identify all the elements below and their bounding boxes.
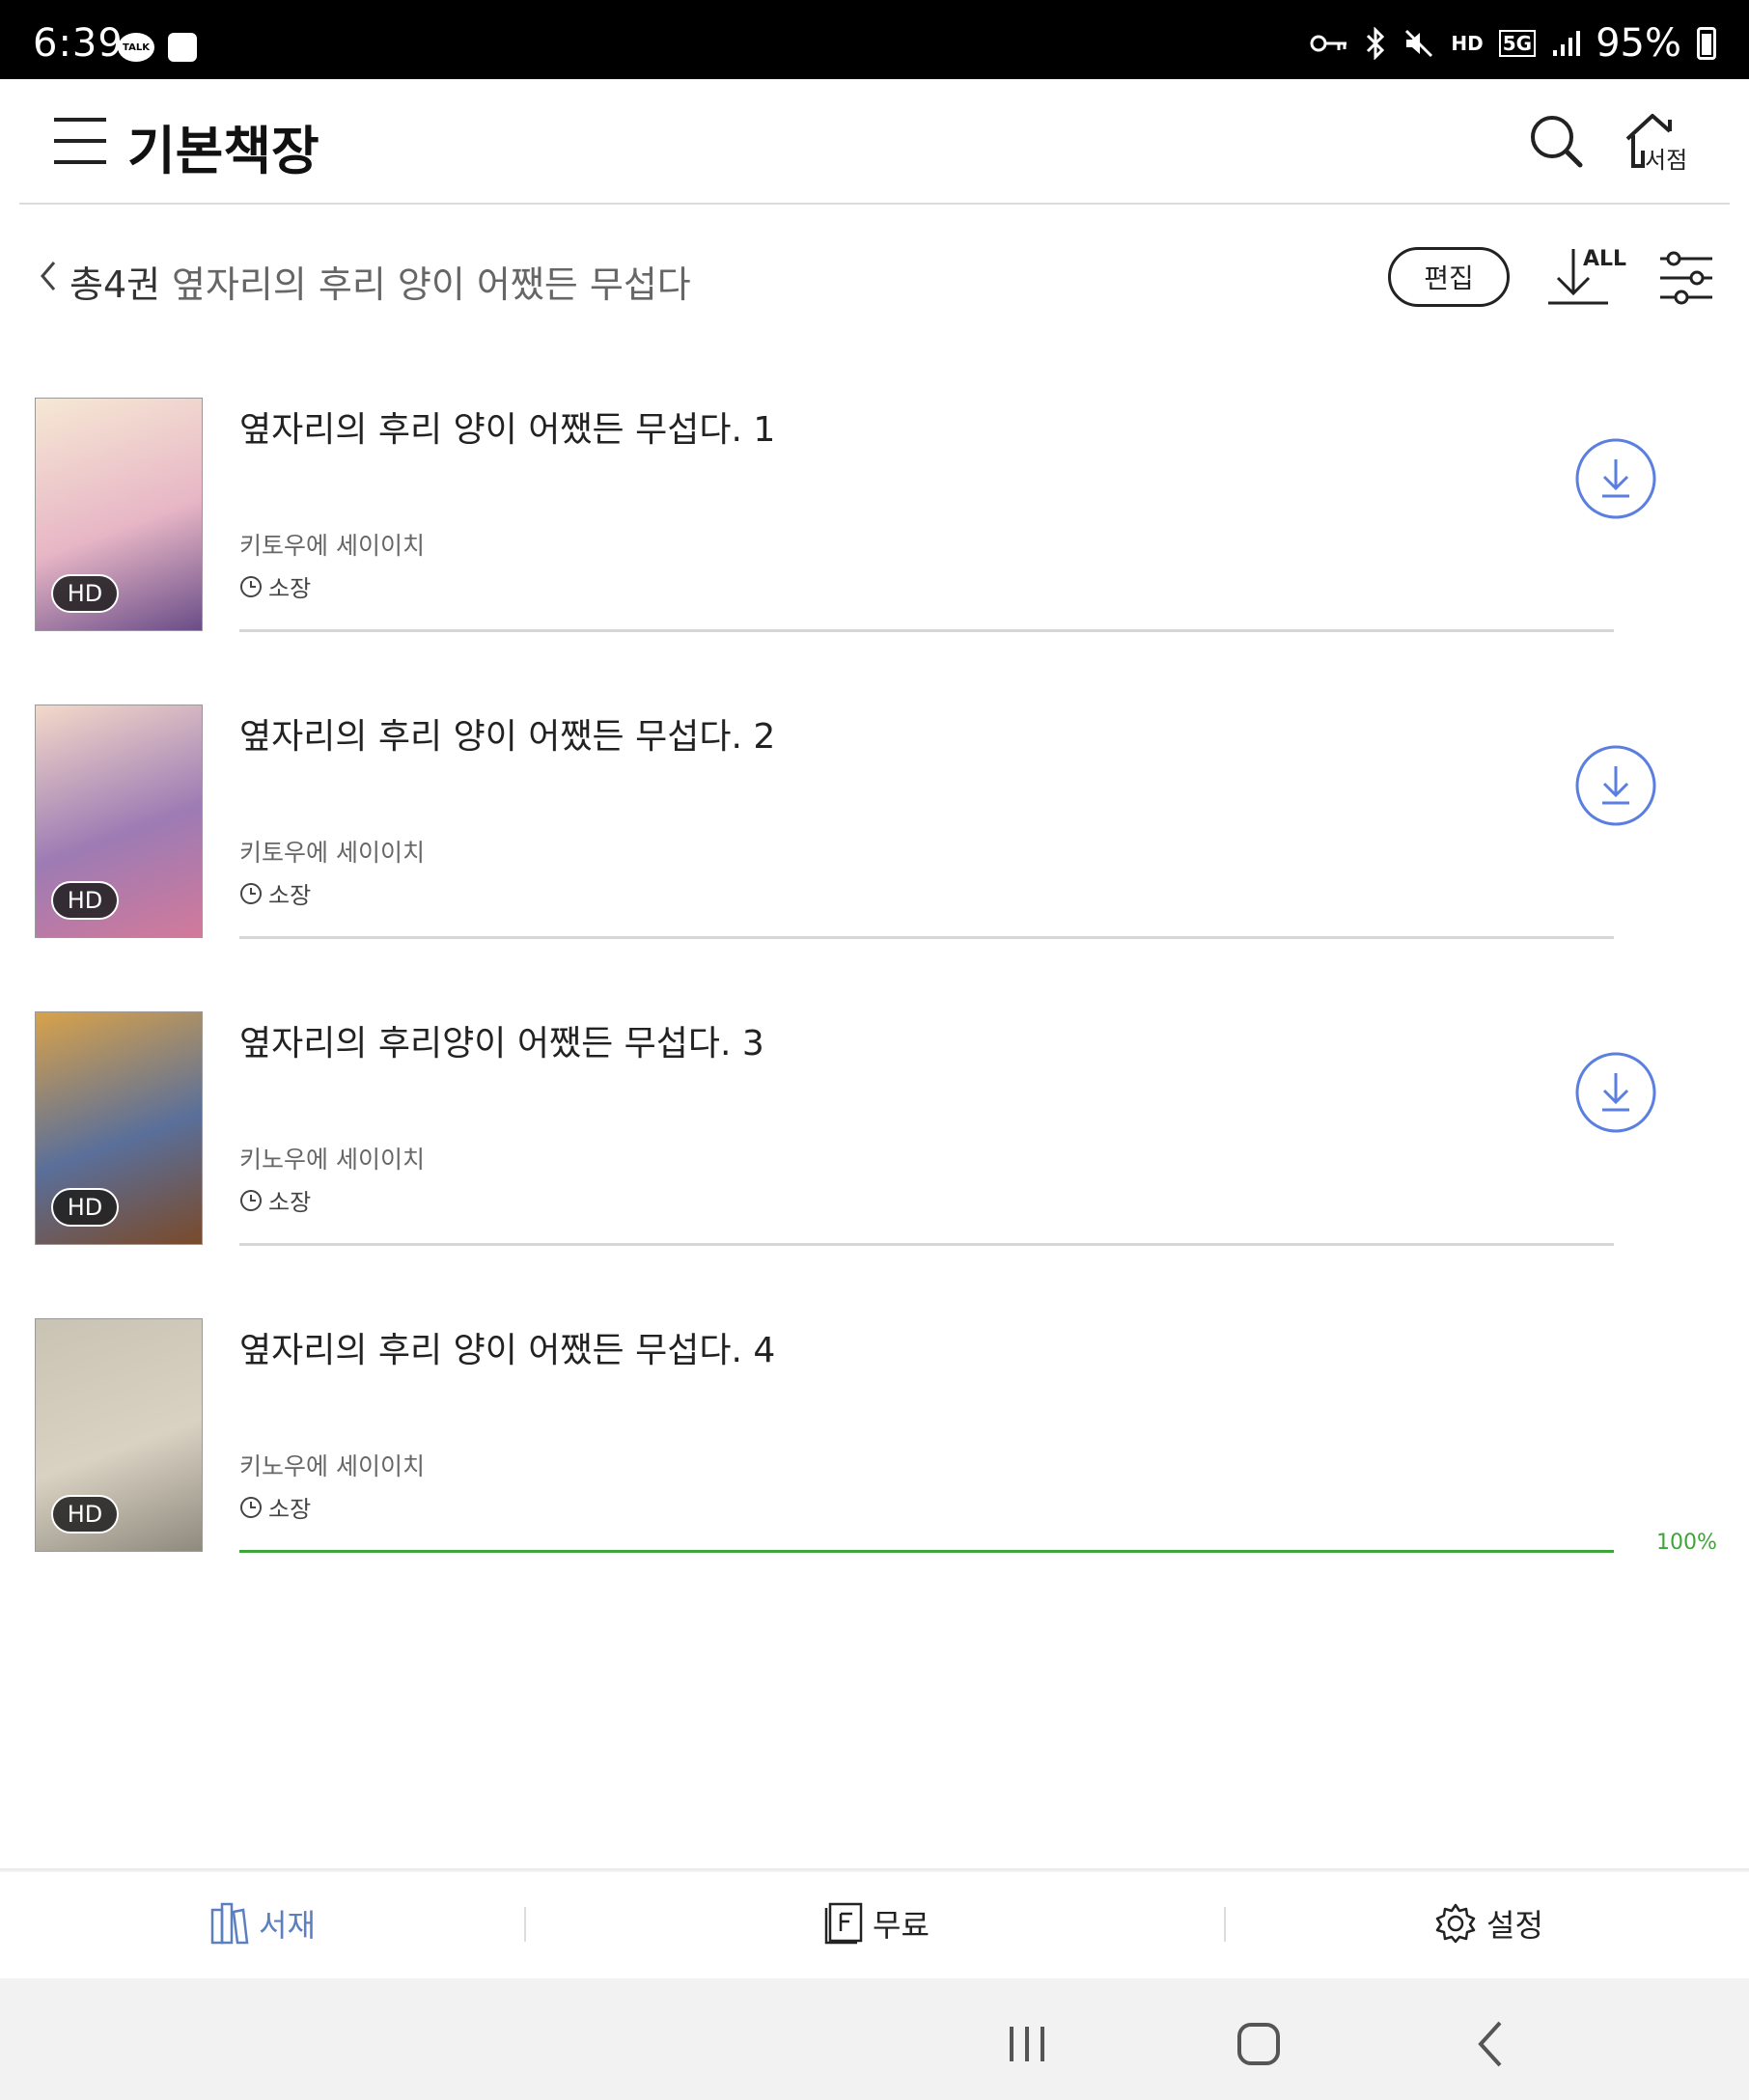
kakaotalk-icon: TALK <box>118 33 154 62</box>
status-time: 6:39 <box>33 21 124 66</box>
download-all-label[interactable]: ALL <box>1583 247 1626 271</box>
search-icon[interactable] <box>1527 112 1585 170</box>
home-icon[interactable] <box>1232 2017 1286 2071</box>
download-icon[interactable] <box>1575 745 1656 826</box>
nav-free-label: 무료 <box>873 1907 930 1944</box>
clock-icon <box>240 882 262 904</box>
clock-icon <box>240 1189 262 1211</box>
book-author: 키토우에 세이이치 <box>239 839 425 867</box>
bookshelf-icon <box>210 1902 249 1945</box>
network-5g-icon: 5G <box>1498 30 1537 57</box>
hd-badge: HD <box>51 574 119 613</box>
series-title: 옆자리의 후리 양이 어쨌든 무섭다 <box>172 263 691 306</box>
header-divider <box>19 203 1730 205</box>
reading-progress-label: 100% <box>1656 1531 1717 1555</box>
nav-library-label: 서재 <box>259 1907 316 1944</box>
vpn-key-icon <box>1310 35 1347 52</box>
ownership-status: 소장 <box>239 569 311 603</box>
book-cover[interactable]: HD <box>35 1318 203 1552</box>
status-right: HD 5G 95% <box>1310 21 1716 66</box>
battery-percent: 95% <box>1596 21 1681 66</box>
app-bar: 기본책장 서점 <box>0 79 1749 205</box>
page-title: 기본책장 <box>127 121 319 181</box>
status-label: 소장 <box>268 882 312 909</box>
book-row[interactable]: HD 옆자리의 후리 양이 어쨌든 무섭다. 1 키토우에 세이이치 소장 <box>0 386 1749 637</box>
ownership-status: 소장 <box>239 1490 311 1524</box>
free-book-icon <box>824 1902 863 1945</box>
battery-icon <box>1697 27 1716 60</box>
edit-button[interactable]: 편집 <box>1388 247 1510 307</box>
system-nav-bar <box>0 1978 1749 2100</box>
back-icon[interactable] <box>1465 2017 1519 2071</box>
series-header: 총4권 옆자리의 후리 양이 어쨌든 무섭다 편집 ALL <box>0 235 1749 317</box>
recent-apps-icon[interactable] <box>1000 2017 1054 2071</box>
mute-icon <box>1405 29 1433 58</box>
download-icon[interactable] <box>1575 438 1656 519</box>
book-cover[interactable]: HD <box>35 398 203 631</box>
ownership-status: 소장 <box>239 1183 311 1217</box>
book-author: 키노우에 세이이치 <box>239 1146 425 1174</box>
app-notification-icon <box>168 33 197 62</box>
nav-settings-label: 설정 <box>1486 1907 1543 1944</box>
book-cover[interactable]: HD <box>35 705 203 938</box>
clock-icon <box>240 1496 262 1518</box>
book-title[interactable]: 옆자리의 후리 양이 어쨌든 무섭다. 2 <box>239 708 775 759</box>
bottom-nav: 서재 무료 설정 <box>0 1872 1749 1978</box>
gear-icon <box>1435 1903 1476 1944</box>
bluetooth-icon <box>1367 27 1385 60</box>
status-label: 소장 <box>268 575 312 602</box>
hd-badge: HD <box>51 1188 119 1227</box>
row-divider <box>239 1243 1614 1246</box>
nav-separator <box>524 1907 526 1942</box>
book-row[interactable]: HD 옆자리의 후리양이 어쨌든 무섭다. 3 키노우에 세이이치 소장 <box>0 1000 1749 1251</box>
hd-voice-icon: HD <box>1451 32 1484 55</box>
book-row[interactable]: HD 옆자리의 후리 양이 어쨌든 무섭다. 2 키토우에 세이이치 소장 <box>0 693 1749 944</box>
store-label[interactable]: 서점 <box>1645 141 1687 175</box>
back-chevron-icon[interactable] <box>35 257 60 295</box>
book-author: 키노우에 세이이치 <box>239 1452 425 1480</box>
book-row[interactable]: HD 옆자리의 후리 양이 어쨌든 무섭다. 4 키노우에 세이이치 소장 10… <box>0 1307 1749 1558</box>
row-divider <box>239 936 1614 939</box>
row-divider <box>239 629 1614 632</box>
hd-badge: HD <box>51 881 119 920</box>
book-author: 키토우에 세이이치 <box>239 532 425 560</box>
signal-icon <box>1553 31 1581 56</box>
nav-separator <box>1224 1907 1226 1942</box>
book-title[interactable]: 옆자리의 후리 양이 어쨌든 무섭다. 4 <box>239 1322 775 1372</box>
nav-library[interactable]: 서재 <box>210 1899 316 1948</box>
nav-free[interactable]: 무료 <box>824 1899 930 1948</box>
reading-progress-bar <box>239 1550 1614 1553</box>
book-count: 총4권 <box>69 263 161 306</box>
nav-settings[interactable]: 설정 <box>1434 1899 1543 1948</box>
book-cover[interactable]: HD <box>35 1011 203 1245</box>
status-label: 소장 <box>268 1496 312 1523</box>
book-title[interactable]: 옆자리의 후리양이 어쨌든 무섭다. 3 <box>239 1015 764 1065</box>
filter-settings-icon[interactable] <box>1658 251 1714 305</box>
ownership-status: 소장 <box>239 876 311 910</box>
status-label: 소장 <box>268 1189 312 1216</box>
download-icon[interactable] <box>1575 1052 1656 1133</box>
hamburger-menu-icon[interactable] <box>54 114 106 168</box>
clock-icon <box>240 575 262 597</box>
hd-badge: HD <box>51 1495 119 1534</box>
notification-icons: TALK <box>118 33 197 62</box>
book-title[interactable]: 옆자리의 후리 양이 어쨌든 무섭다. 1 <box>239 401 775 452</box>
status-bar: 6:39 TALK HD 5G 95% <box>0 0 1749 79</box>
